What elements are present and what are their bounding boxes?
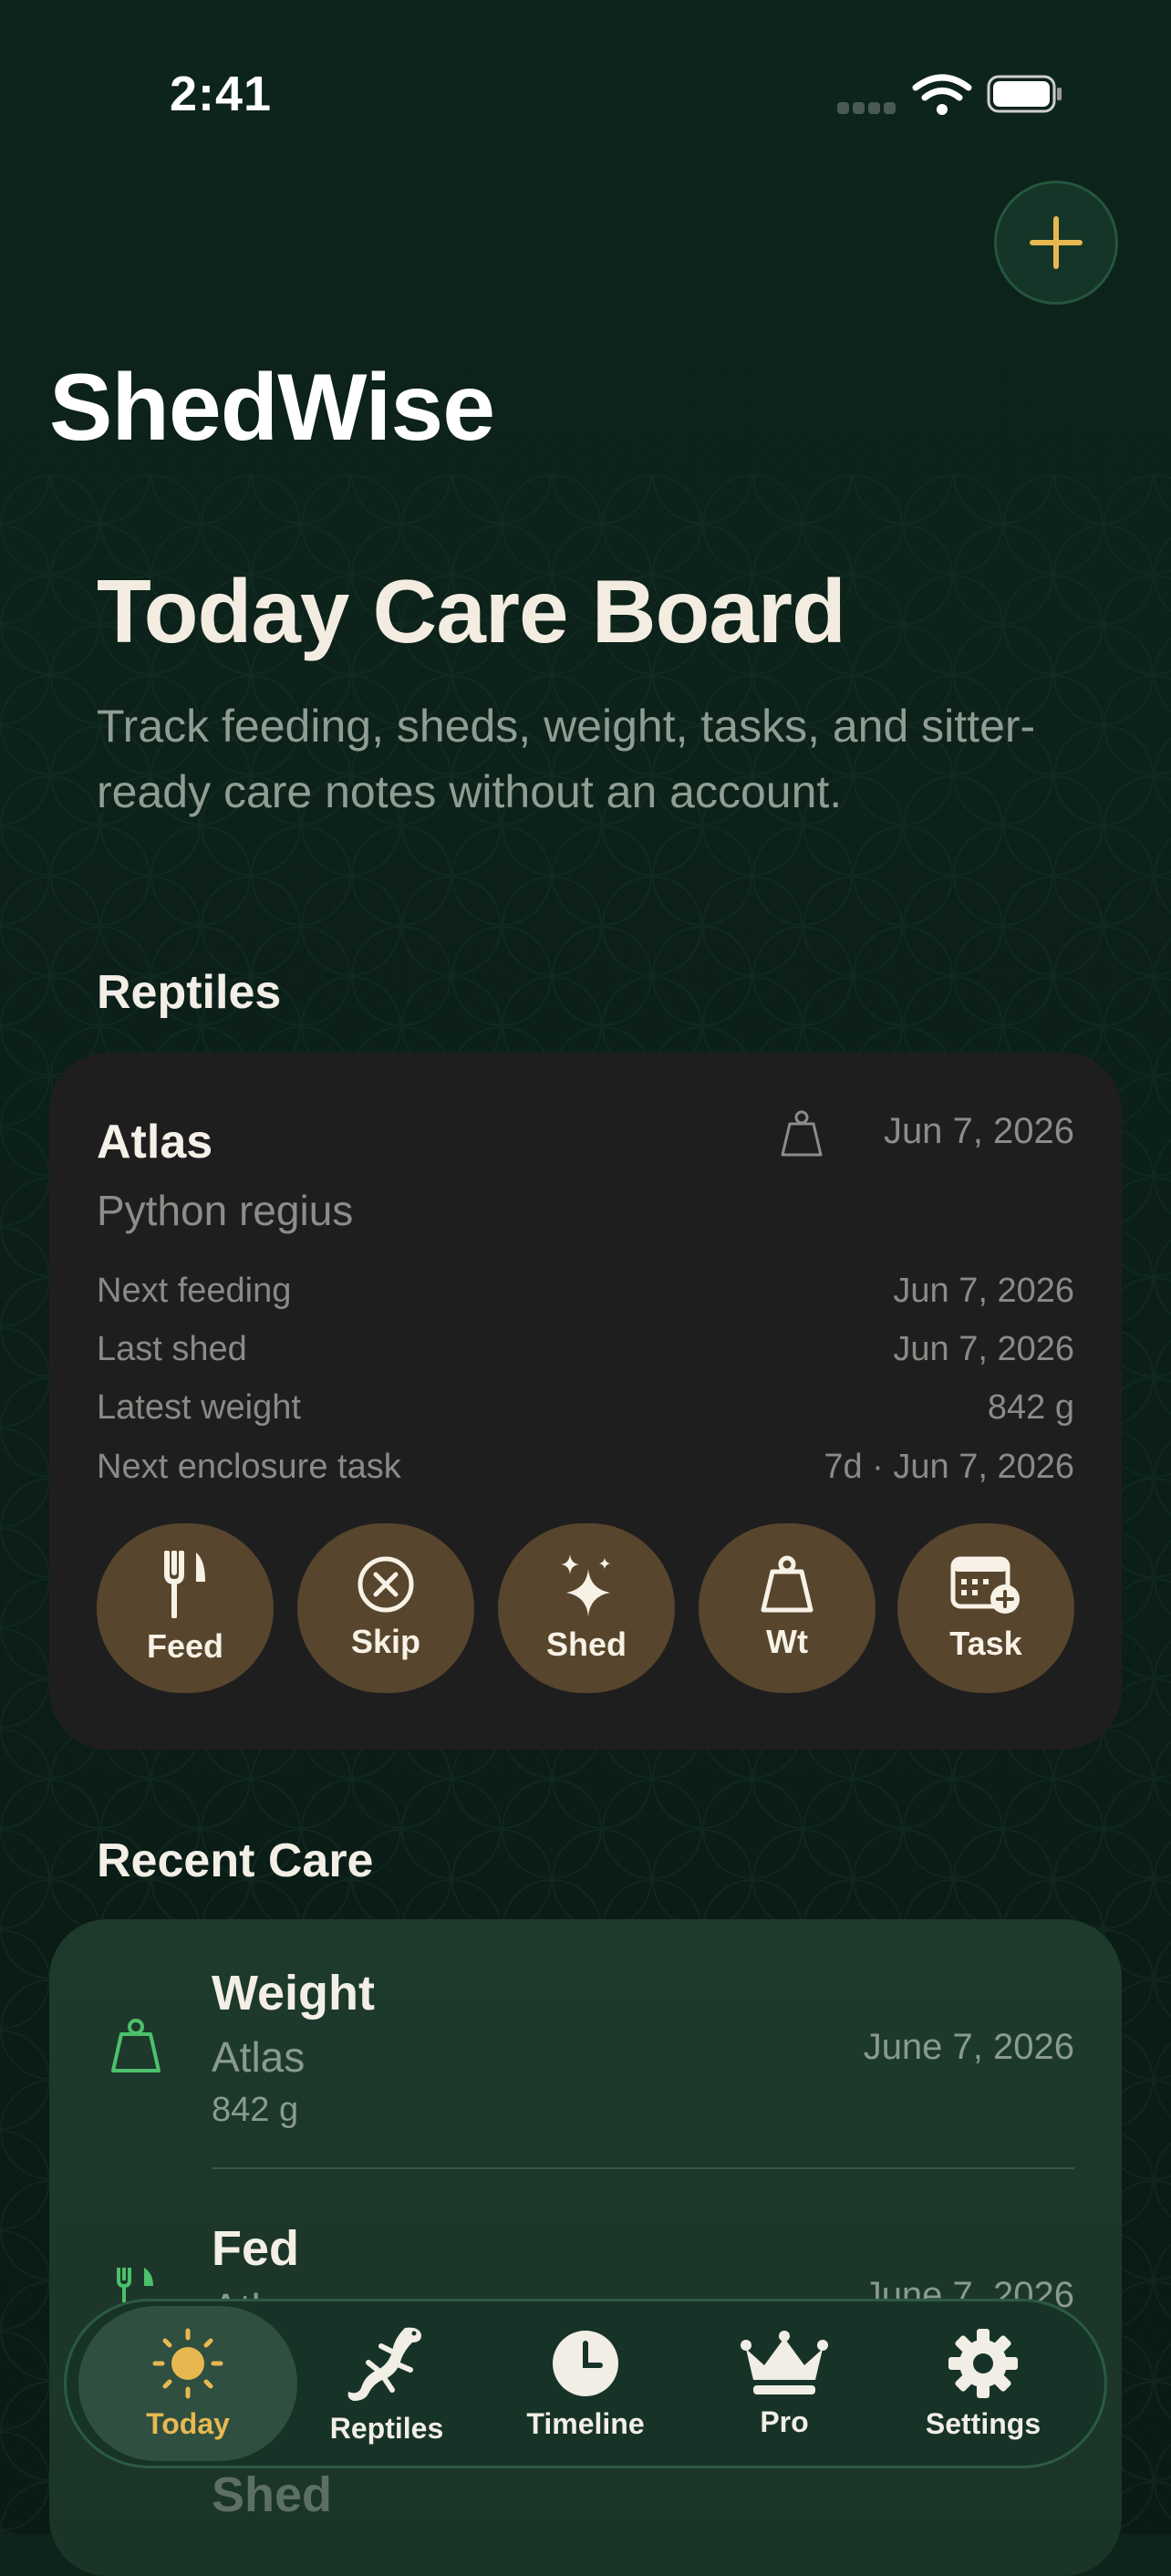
reptiles-heading: Reptiles xyxy=(97,966,282,1019)
status-time: 2:41 xyxy=(170,67,273,121)
tab-label: Today xyxy=(146,2406,230,2440)
info-row-last-shed: Last shed Jun 7, 2026 xyxy=(97,1330,1074,1385)
page-subtitle: Track feeding, sheds, weight, tasks, and… xyxy=(97,701,1036,817)
info-row-latest-weight: Latest weight 842 g xyxy=(97,1388,1074,1443)
weight-button[interactable]: Wt xyxy=(699,1523,876,1693)
reptile-date: Jun 7, 2026 xyxy=(883,1111,1074,1151)
reptile-species: Python regius xyxy=(97,1187,354,1234)
tab-timeline[interactable]: Timeline xyxy=(476,2306,695,2461)
recent-entry-date: June 7, 2026 xyxy=(863,2027,1074,2067)
shed-button[interactable]: Shed xyxy=(498,1523,675,1693)
row-value: Jun 7, 2026 xyxy=(893,1272,1074,1310)
feed-button[interactable]: Feed xyxy=(97,1523,274,1693)
row-label: Next feeding xyxy=(97,1272,292,1310)
task-button[interactable]: Task xyxy=(897,1523,1074,1693)
divider xyxy=(212,2167,1074,2169)
sparkles-icon xyxy=(561,1554,610,1616)
row-label: Latest weight xyxy=(97,1388,301,1427)
tab-label: Timeline xyxy=(526,2406,645,2440)
tab-settings[interactable]: Settings xyxy=(874,2306,1093,2461)
tab-label: Settings xyxy=(925,2406,1041,2440)
reptile-name: Atlas xyxy=(97,1116,213,1169)
recent-care-heading: Recent Care xyxy=(97,1834,374,1887)
page-title: Today Care Board xyxy=(97,561,846,661)
scale-icon xyxy=(761,1555,813,1613)
action-label: Feed xyxy=(146,1627,224,1665)
lizard-icon xyxy=(347,2327,421,2401)
tab-pro[interactable]: Pro xyxy=(675,2306,894,2461)
tab-label: Reptiles xyxy=(329,2411,444,2445)
add-button[interactable] xyxy=(994,181,1118,305)
action-label: Wt xyxy=(766,1623,808,1660)
crown-icon xyxy=(741,2330,828,2394)
scale-icon xyxy=(111,2019,161,2072)
wifi-icon xyxy=(912,74,972,115)
tab-label: Pro xyxy=(760,2405,809,2438)
row-value: Jun 7, 2026 xyxy=(893,1330,1074,1368)
info-row-next-enclosure-task: Next enclosure task 7d · Jun 7, 2026 xyxy=(97,1448,1074,1502)
app-title: ShedWise xyxy=(49,355,495,461)
tab-today[interactable]: Today xyxy=(78,2306,297,2461)
action-label: Task xyxy=(949,1625,1022,1662)
calendar-plus-icon xyxy=(950,1556,1020,1614)
row-value: 842 g xyxy=(987,1388,1074,1427)
recent-entry-title[interactable]: Shed xyxy=(212,2467,332,2523)
gear-icon xyxy=(948,2328,1018,2398)
battery-icon xyxy=(987,75,1062,113)
action-label: Shed xyxy=(545,1626,627,1663)
action-label: Skip xyxy=(350,1623,421,1660)
recent-care-card xyxy=(49,1919,1122,2576)
recent-entry-detail: 842 g xyxy=(212,2091,299,2129)
tab-reptiles[interactable]: Reptiles xyxy=(277,2306,496,2461)
sun-icon xyxy=(152,2328,223,2398)
x-circle-icon xyxy=(358,1556,414,1613)
recent-entry-title[interactable]: Fed xyxy=(212,2220,299,2277)
clock-icon xyxy=(553,2330,618,2396)
info-row-next-feeding: Next feeding Jun 7, 2026 xyxy=(97,1272,1074,1326)
skip-button[interactable]: Skip xyxy=(297,1523,474,1693)
row-value: 7d · Jun 7, 2026 xyxy=(824,1448,1074,1486)
recent-entry-reptile: Atlas xyxy=(212,2033,306,2081)
row-label: Last shed xyxy=(97,1330,247,1368)
plus-icon xyxy=(1030,216,1083,269)
row-label: Next enclosure task xyxy=(97,1448,401,1486)
scale-icon xyxy=(781,1110,823,1157)
cellular-signal-icon xyxy=(837,102,901,115)
fork-knife-icon xyxy=(117,2268,153,2302)
fork-knife-icon xyxy=(164,1551,205,1618)
recent-entry-title[interactable]: Weight xyxy=(212,1965,375,2021)
